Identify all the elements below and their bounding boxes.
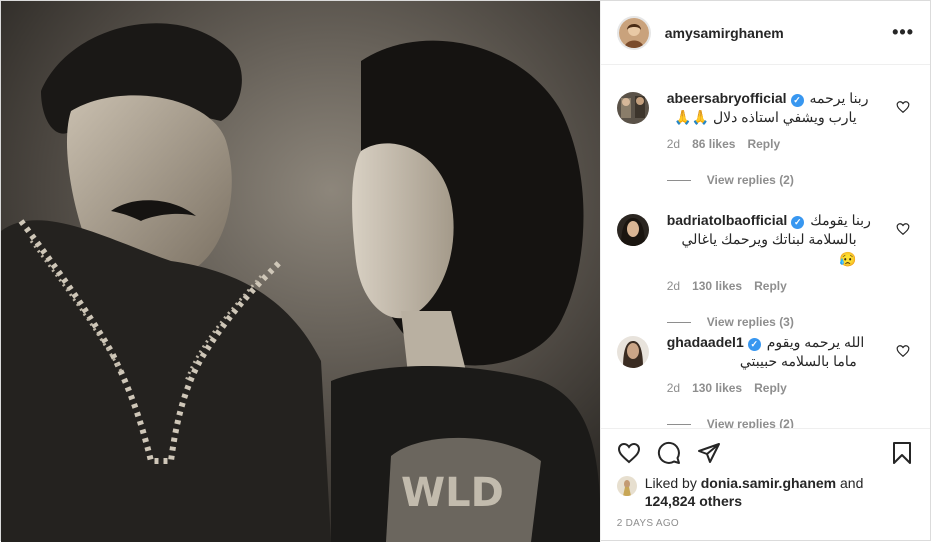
comment-text-second: يارب ويشفي استاذه دلال 🙏🙏	[674, 109, 857, 125]
liked-by-user[interactable]: donia.samir.ghanem	[701, 475, 836, 491]
comment-text-second: بالسلامة لبناتك ويرحمك ياغالي😥	[681, 231, 857, 267]
more-options-icon[interactable]: •••	[892, 22, 914, 43]
comment-meta: 2d 86 likes Reply	[667, 137, 914, 151]
view-replies-button[interactable]: View replies (2)	[666, 417, 914, 428]
comment-like-heart-icon[interactable]	[896, 222, 910, 236]
liked-by-text: Liked by donia.samir.ghanem and 124,824 …	[645, 474, 864, 510]
post-actions-bar	[600, 428, 930, 476]
liked-by-summary: Liked by donia.samir.ghanem and 124,824 …	[616, 474, 914, 510]
liker-avatar[interactable]	[616, 476, 637, 496]
instagram-post: WLD amysamirghanem ••• abeersabryofficia…	[0, 0, 931, 542]
comment-text-second: ماما بالسلامه حبيبتي	[739, 353, 857, 369]
comment-time[interactable]: 2d	[667, 279, 680, 293]
likes-count[interactable]: 124,824 others	[645, 493, 742, 509]
author-avatar[interactable]	[616, 15, 651, 50]
comment-username[interactable]: ghadaadel1	[667, 334, 744, 350]
bookmark-icon[interactable]	[890, 441, 914, 465]
comment-text-first: ربنا يرحمه	[809, 90, 869, 106]
liked-by-and: and	[840, 475, 864, 491]
comment-body: badriatolbaofficial ✓ ربنا يقومك بالسلام…	[666, 188, 914, 329]
svg-text:WLD: WLD	[401, 470, 504, 516]
comment-like-heart-icon[interactable]	[896, 100, 910, 114]
view-replies-label: View replies (2)	[706, 173, 794, 187]
comment-reply-button[interactable]: Reply	[747, 137, 780, 151]
comment-item: abeersabryofficial ✓ ربنا يرحمه يارب ويش…	[616, 66, 914, 188]
comment-likes[interactable]: 86 likes	[692, 137, 735, 151]
comment-icon[interactable]	[657, 441, 681, 465]
view-replies-label: View replies (2)	[706, 417, 794, 428]
commenter-avatar[interactable]	[616, 214, 649, 246]
verified-badge-icon: ✓	[790, 94, 804, 107]
comments-list: abeersabryofficial ✓ ربنا يرحمه يارب ويش…	[601, 66, 930, 428]
comment-time[interactable]: 2d	[667, 381, 680, 395]
comment-likes[interactable]: 130 likes	[692, 279, 742, 293]
post-sidebar: amysamirghanem ••• abeersabryofficial ✓ …	[599, 1, 930, 542]
post-header: amysamirghanem •••	[600, 1, 930, 65]
comment-reply-button[interactable]: Reply	[754, 381, 787, 395]
author-username[interactable]: amysamirghanem	[665, 25, 892, 41]
liked-by-prefix: Liked by	[644, 475, 697, 491]
comment-body: ghadaadel1 ✓ الله يرحمه ويقوم ماما بالسل…	[666, 310, 914, 428]
comment-body: abeersabryofficial ✓ ربنا يرحمه يارب ويش…	[666, 66, 914, 188]
comment-time[interactable]: 2d	[667, 137, 680, 151]
post-timestamp[interactable]: 2 DAYS AGO	[617, 518, 679, 529]
comment-likes[interactable]: 130 likes	[692, 381, 742, 395]
post-photo[interactable]: WLD	[1, 1, 600, 542]
comment-text-first: ربنا يقومك	[810, 212, 871, 228]
verified-badge-icon: ✓	[747, 338, 761, 351]
commenter-avatar[interactable]	[616, 336, 649, 368]
comment-reply-button[interactable]: Reply	[754, 279, 787, 293]
comment-item: badriatolbaofficial ✓ ربنا يقومك بالسلام…	[616, 188, 914, 329]
comment-text-first: الله يرحمه ويقوم	[766, 334, 865, 350]
vintage-photo-image: WLD	[1, 1, 600, 542]
comment-item: ghadaadel1 ✓ الله يرحمه ويقوم ماما بالسل…	[616, 310, 914, 428]
verified-badge-icon: ✓	[791, 216, 805, 229]
comment-like-heart-icon[interactable]	[896, 344, 910, 358]
comment-username[interactable]: badriatolbaofficial	[667, 212, 788, 228]
heart-icon[interactable]	[617, 441, 641, 465]
share-icon[interactable]	[697, 441, 721, 465]
replies-divider	[666, 423, 691, 425]
commenter-avatar[interactable]	[616, 92, 649, 124]
comment-meta: 2d 130 likes Reply	[667, 279, 914, 293]
view-replies-button[interactable]: View replies (2)	[666, 173, 914, 187]
comment-username[interactable]: abeersabryofficial	[667, 90, 787, 106]
comment-meta: 2d 130 likes Reply	[667, 381, 914, 395]
replies-divider	[666, 179, 691, 181]
